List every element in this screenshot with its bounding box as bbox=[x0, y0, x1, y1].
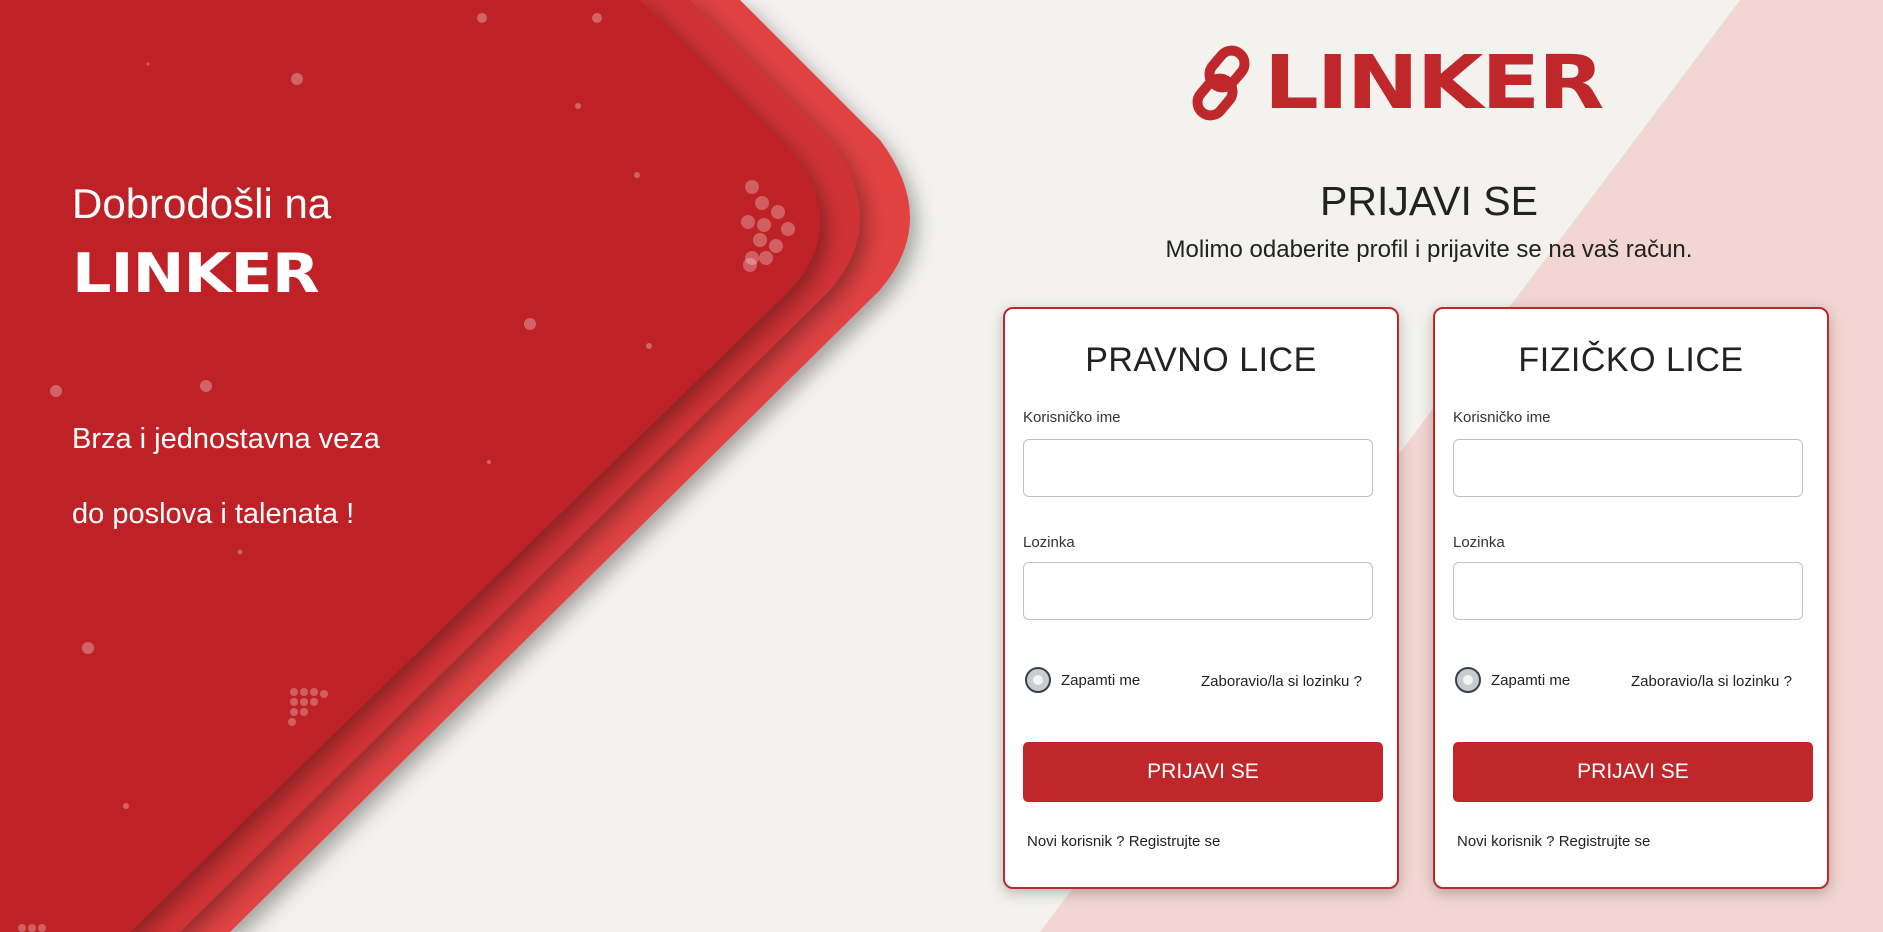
password-label: Lozinka bbox=[1023, 534, 1075, 551]
radio-icon[interactable] bbox=[1455, 667, 1481, 693]
username-label: Korisničko ime bbox=[1023, 409, 1121, 426]
dot-cluster-bottom bbox=[18, 924, 46, 932]
register-link[interactable]: Novi korisnik ? Registrujte se bbox=[1457, 833, 1650, 850]
remember-me-label: Zapamti me bbox=[1491, 671, 1571, 689]
register-link[interactable]: Novi korisnik ? Registrujte se bbox=[1027, 833, 1220, 850]
page-title: PRIJAVI SE bbox=[1320, 178, 1538, 224]
radio-icon[interactable] bbox=[1025, 667, 1051, 693]
login-card-fizicko-lice: FIZIČKO LICE Korisničko ime Lozinka Zapa… bbox=[1433, 307, 1829, 889]
login-button[interactable]: PRIJAVI SE bbox=[1023, 742, 1383, 802]
hero-welcome-text: Dobrodošli na bbox=[72, 180, 332, 227]
hero-logo: LINKER bbox=[72, 240, 320, 308]
password-label: Lozinka bbox=[1453, 534, 1505, 551]
login-button[interactable]: PRIJAVI SE bbox=[1453, 742, 1813, 802]
username-input[interactable] bbox=[1453, 439, 1803, 497]
password-input[interactable] bbox=[1023, 562, 1373, 620]
forgot-password-link[interactable]: Zaboravio/la si lozinku ? bbox=[1631, 673, 1792, 690]
password-input[interactable] bbox=[1453, 562, 1803, 620]
forgot-password-link[interactable]: Zaboravio/la si lozinku ? bbox=[1201, 673, 1362, 690]
hero-tagline: Brza i jednostavna veza do poslova i tal… bbox=[72, 402, 380, 552]
remember-me-radio[interactable]: Zapamti me bbox=[1025, 667, 1140, 693]
hero-tagline-line-1: Brza i jednostavna veza bbox=[72, 423, 380, 455]
page-subtitle: Molimo odaberite profil i prijavite se n… bbox=[1165, 236, 1693, 263]
card-title: FIZIČKO LICE bbox=[1518, 341, 1744, 379]
card-title: PRAVNO LICE bbox=[1085, 341, 1317, 379]
remember-me-label: Zapamti me bbox=[1061, 671, 1141, 689]
remember-me-radio[interactable]: Zapamti me bbox=[1455, 667, 1570, 693]
hero-logo-text: LINKER bbox=[72, 240, 320, 305]
username-input[interactable] bbox=[1023, 439, 1373, 497]
login-card-pravno-lice: PRAVNO LICE Korisničko ime Lozinka Zapam… bbox=[1003, 307, 1399, 889]
brand-logo-text: LINKER bbox=[1264, 40, 1604, 126]
chain-link-icon bbox=[1192, 45, 1250, 121]
username-label: Korisničko ime bbox=[1453, 409, 1551, 426]
hero-tagline-line-2: do poslova i talenata ! bbox=[72, 498, 355, 530]
brand-logo: LINKER bbox=[1186, 40, 1604, 126]
